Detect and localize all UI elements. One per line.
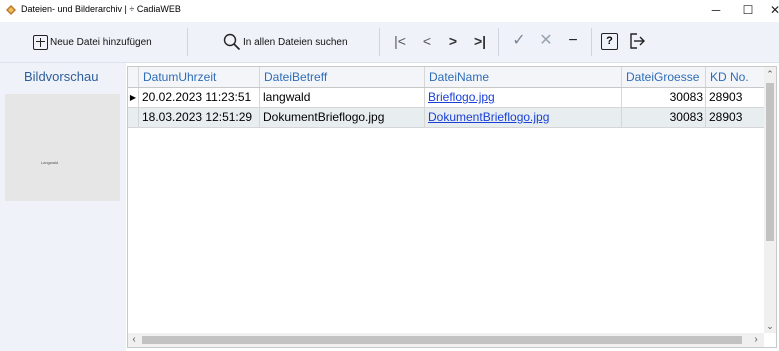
preview-logo-text: Langwald: [41, 160, 59, 165]
add-file-button[interactable]: Neue Datei hinzufügen: [33, 30, 152, 54]
title-bar: Dateien- und Bilderarchiv | ÷ CadiaWEB ─…: [0, 0, 779, 22]
table-row[interactable]: 18.03.2023 12:51:29 DokumentBrieflogo.jp…: [128, 108, 764, 128]
next-record-button[interactable]: >: [443, 31, 463, 53]
toolbar-divider: [379, 28, 380, 56]
cell-datum[interactable]: 18.03.2023 12:51:29: [138, 108, 259, 127]
cell-groesse[interactable]: 30083: [621, 88, 705, 107]
image-preview: Langwald: [5, 94, 120, 201]
row-selector-icon: ▶: [129, 93, 137, 102]
toolbar-divider: [187, 28, 188, 56]
toolbar-divider: [591, 28, 592, 56]
column-header-dateibetreff[interactable]: DateiBetreff: [259, 67, 424, 87]
horizontal-scrollbar[interactable]: ‹ ›: [128, 333, 764, 347]
cancel-edit-button[interactable]: ✕: [536, 31, 556, 53]
first-record-button[interactable]: |<: [390, 31, 410, 53]
toolbar: Neue Datei hinzufügen In allen Dateien s…: [0, 22, 779, 63]
confirm-button[interactable]: ✓: [509, 31, 529, 53]
window-title: Dateien- und Bilderarchiv | ÷ CadiaWEB: [21, 4, 181, 14]
exit-icon[interactable]: [628, 32, 646, 50]
horizontal-scroll-thumb[interactable]: [142, 336, 742, 344]
delete-record-button[interactable]: −: [563, 31, 583, 53]
grid-header: DatumUhrzeit DateiBetreff DateiName Date…: [128, 67, 764, 88]
close-button[interactable]: ✕: [757, 0, 779, 22]
add-file-label: Neue Datei hinzufügen: [50, 36, 152, 48]
app-logo-icon: [6, 5, 16, 15]
file-grid: DatumUhrzeit DateiBetreff DateiName Date…: [127, 66, 777, 348]
cell-kd-no[interactable]: 28903: [705, 88, 764, 107]
search-icon: [223, 33, 241, 51]
minimize-button[interactable]: ─: [698, 0, 734, 22]
column-header-datumuhrzeit[interactable]: DatumUhrzeit: [138, 67, 259, 87]
scroll-left-icon[interactable]: ‹: [128, 333, 140, 347]
search-all-label: In allen Dateien suchen: [243, 36, 348, 48]
help-button[interactable]: ?: [601, 33, 618, 50]
vertical-scrollbar[interactable]: ⌃ ⌄: [764, 67, 776, 333]
cell-groesse[interactable]: 30083: [621, 108, 705, 127]
preview-panel: Bildvorschau Langwald: [0, 63, 126, 351]
cell-datum[interactable]: 20.02.2023 11:23:51: [138, 88, 259, 107]
toolbar-divider: [498, 28, 499, 56]
scroll-down-icon[interactable]: ⌄: [764, 319, 776, 333]
column-header-kd-no[interactable]: KD No.: [705, 67, 764, 87]
plus-box-icon: [33, 34, 48, 50]
vertical-scroll-thumb[interactable]: [766, 83, 774, 241]
scroll-up-icon[interactable]: ⌃: [764, 67, 776, 81]
search-all-button[interactable]: In allen Dateien suchen: [223, 30, 348, 54]
column-header-dateigroesse[interactable]: DateiGroesse: [621, 67, 705, 87]
table-row[interactable]: ▶ 20.02.2023 11:23:51 langwald Brieflogo…: [128, 88, 764, 108]
cell-betreff[interactable]: DokumentBrieflogo.jpg: [259, 108, 424, 127]
scroll-right-icon[interactable]: ›: [750, 333, 762, 347]
previous-record-button[interactable]: <: [417, 31, 437, 53]
cell-kd-no[interactable]: 28903: [705, 108, 764, 127]
column-header-dateiname[interactable]: DateiName: [424, 67, 621, 87]
preview-title: Bildvorschau: [24, 69, 99, 84]
cell-betreff[interactable]: langwald: [259, 88, 424, 107]
file-link[interactable]: DokumentBrieflogo.jpg: [424, 108, 621, 127]
file-link[interactable]: Brieflogo.jpg: [424, 88, 621, 107]
last-record-button[interactable]: >|: [470, 31, 490, 53]
row-selector: [128, 108, 138, 127]
